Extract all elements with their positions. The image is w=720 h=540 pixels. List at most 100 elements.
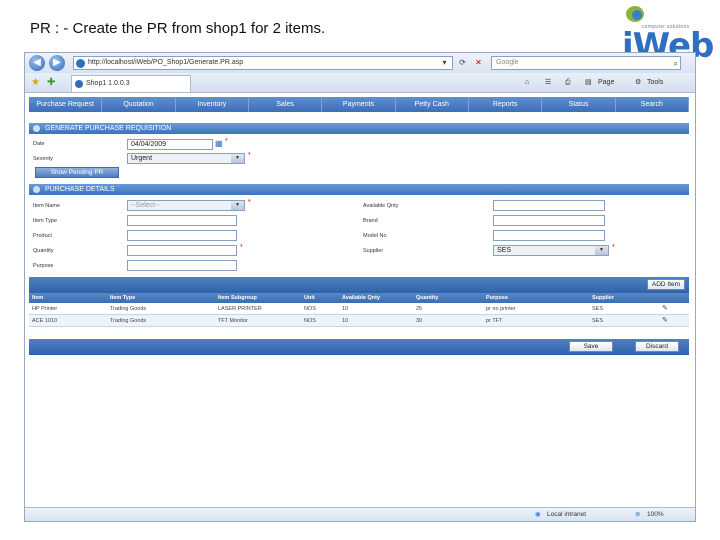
page-menu[interactable]: Page [598, 77, 614, 89]
favorites-star-icon[interactable]: ★ [31, 77, 40, 89]
product-label: Product [33, 233, 52, 239]
cell-item-type: Trading Goods [110, 318, 147, 324]
item-type-field[interactable] [127, 215, 237, 226]
page-menu-icon[interactable]: ▤ [585, 77, 592, 89]
menu-status[interactable]: Status [542, 97, 616, 112]
severity-value: Urgent [131, 155, 153, 162]
zoom-level[interactable]: 100% [647, 510, 664, 520]
generate-section-title: GENERATE PURCHASE REQUISITION [45, 125, 172, 132]
item-name-label: Item Name [33, 203, 60, 209]
address-bar[interactable]: http://localhost/iWeb/PO_Shop1/Generate.… [73, 56, 453, 70]
feeds-icon[interactable]: ☰ [545, 77, 551, 89]
purpose-field[interactable] [127, 260, 237, 271]
col-item[interactable]: Item [29, 293, 107, 303]
chevron-down-icon[interactable]: ▼ [595, 246, 608, 255]
add-item-bar: ADD Item [29, 277, 689, 293]
calendar-icon[interactable]: ▦ [215, 139, 225, 149]
details-section-title: PURCHASE DETAILS [45, 186, 115, 193]
col-quantity[interactable]: Quantity [413, 293, 483, 303]
col-unit[interactable]: Unit [301, 293, 339, 303]
status-bar: ◉ Local intranet ⊕ 100% [25, 507, 695, 521]
brand-field[interactable] [493, 215, 605, 226]
section-globe-icon [33, 186, 40, 193]
search-input[interactable]: Google ⌕ [491, 56, 681, 70]
quantity-field[interactable] [127, 245, 237, 256]
zoom-icon[interactable]: ⊕ [635, 510, 640, 520]
col-purpose[interactable]: Purpose [483, 293, 589, 303]
slide-title: PR : - Create the PR from shop1 for 2 it… [30, 20, 326, 37]
forward-icon[interactable]: ▶ [49, 55, 65, 71]
severity-select[interactable]: Urgent ▼ [127, 153, 245, 164]
discard-button[interactable]: Discard [635, 341, 679, 352]
table-header: Item Item Type Item Subgroup Unit Availa… [29, 293, 689, 303]
home-icon[interactable]: ⌂ [525, 77, 529, 89]
address-text: http://localhost/iWeb/PO_Shop1/Generate.… [88, 59, 244, 66]
menu-purchase-request[interactable]: Purchase Request [29, 97, 103, 112]
tools-menu-icon[interactable]: ⚙ [635, 77, 641, 89]
dropdown-icon[interactable]: ▾ [439, 57, 450, 68]
print-icon[interactable]: ⎙ [565, 77, 571, 89]
cell-item-subgroup: LASER PRINTER [218, 306, 262, 312]
chevron-down-icon[interactable]: ▼ [231, 201, 244, 210]
table-row[interactable]: HP Printer Trading Goods LASER PRINTER N… [29, 303, 689, 315]
menu-reports[interactable]: Reports [469, 97, 543, 112]
date-label: Date [33, 141, 45, 147]
col-available-qnty[interactable]: Available Qnty [339, 293, 413, 303]
col-supplier[interactable]: Supplier [589, 293, 659, 303]
refresh-icon[interactable]: ⟳ [457, 57, 468, 68]
supplier-label: Supplier [363, 248, 384, 254]
ie-page-icon [76, 59, 85, 68]
zone-icon: ◉ [535, 511, 541, 518]
severity-label: Severity [33, 156, 53, 162]
required-mark: * [248, 199, 251, 206]
edit-icon[interactable]: ✎ [659, 315, 689, 326]
menu-inventory[interactable]: Inventory [176, 97, 249, 112]
cell-item: ACE 1010 [32, 318, 58, 324]
cell-item: HP Printer [32, 306, 58, 312]
required-mark: * [612, 244, 615, 251]
menu-sales[interactable]: Sales [249, 97, 323, 112]
model-no-field[interactable] [493, 230, 605, 241]
chevron-down-icon[interactable]: ▼ [231, 154, 244, 163]
edit-icon[interactable]: ✎ [659, 303, 689, 314]
show-pending-pr-button[interactable]: Show Pending PR [35, 167, 119, 178]
cell-item-subgroup: TFT Monitor [218, 318, 248, 324]
add-favorites-icon[interactable]: ✚ [47, 77, 55, 89]
cell-quantity: 30 [416, 318, 423, 324]
menu-payments[interactable]: Payments [322, 97, 396, 112]
browser-tab[interactable]: Shop1 1.0.0.3 [71, 75, 191, 92]
supplier-select[interactable]: SES ▼ [493, 245, 609, 256]
item-name-select[interactable]: --Select-- ▼ [127, 200, 245, 211]
available-qnty-field[interactable] [493, 200, 605, 211]
cell-supplier: SES [592, 318, 604, 324]
address-row: ◀ ▶ http://localhost/iWeb/PO_Shop1/Gener… [25, 53, 695, 73]
col-item-type[interactable]: Item Type [107, 293, 215, 303]
menu-quotation[interactable]: Quotation [102, 97, 176, 112]
browser-window: ◀ ▶ http://localhost/iWeb/PO_Shop1/Gener… [24, 52, 696, 522]
supplier-value: SES [497, 247, 512, 254]
cell-available-qnty: 10 [342, 318, 349, 324]
product-field[interactable] [127, 230, 237, 241]
stop-icon[interactable]: ✕ [473, 57, 484, 68]
generate-section-header: GENERATE PURCHASE REQUISITION [29, 123, 689, 134]
date-field[interactable]: 04/04/2009 [127, 139, 213, 150]
brand-label: Brand [363, 218, 378, 224]
action-bar: Save Discard [29, 339, 689, 355]
search-icon[interactable]: ⌕ [674, 58, 678, 70]
save-button[interactable]: Save [569, 341, 613, 352]
quantity-label: Quantity [33, 248, 54, 254]
cell-unit: NOS [304, 318, 316, 324]
items-table: Item Item Type Item Subgroup Unit Availa… [29, 293, 689, 327]
col-item-subgroup[interactable]: Item Subgroup [215, 293, 301, 303]
cell-item-type: Trading Goods [110, 306, 147, 312]
menu-petty-cash[interactable]: Petty Cash [396, 97, 469, 112]
required-mark: * [240, 244, 243, 251]
table-row[interactable]: ACE 1010 Trading Goods TFT Monitor NOS 1… [29, 315, 689, 327]
tools-menu[interactable]: Tools [647, 77, 663, 89]
add-item-button[interactable]: ADD Item [647, 279, 685, 290]
tab-title: Shop1 1.0.0.3 [86, 80, 130, 87]
required-mark: * [225, 138, 228, 145]
menu-search[interactable]: Search [616, 97, 689, 112]
back-icon[interactable]: ◀ [29, 55, 45, 71]
cell-purpose: pr TFT [486, 318, 503, 324]
